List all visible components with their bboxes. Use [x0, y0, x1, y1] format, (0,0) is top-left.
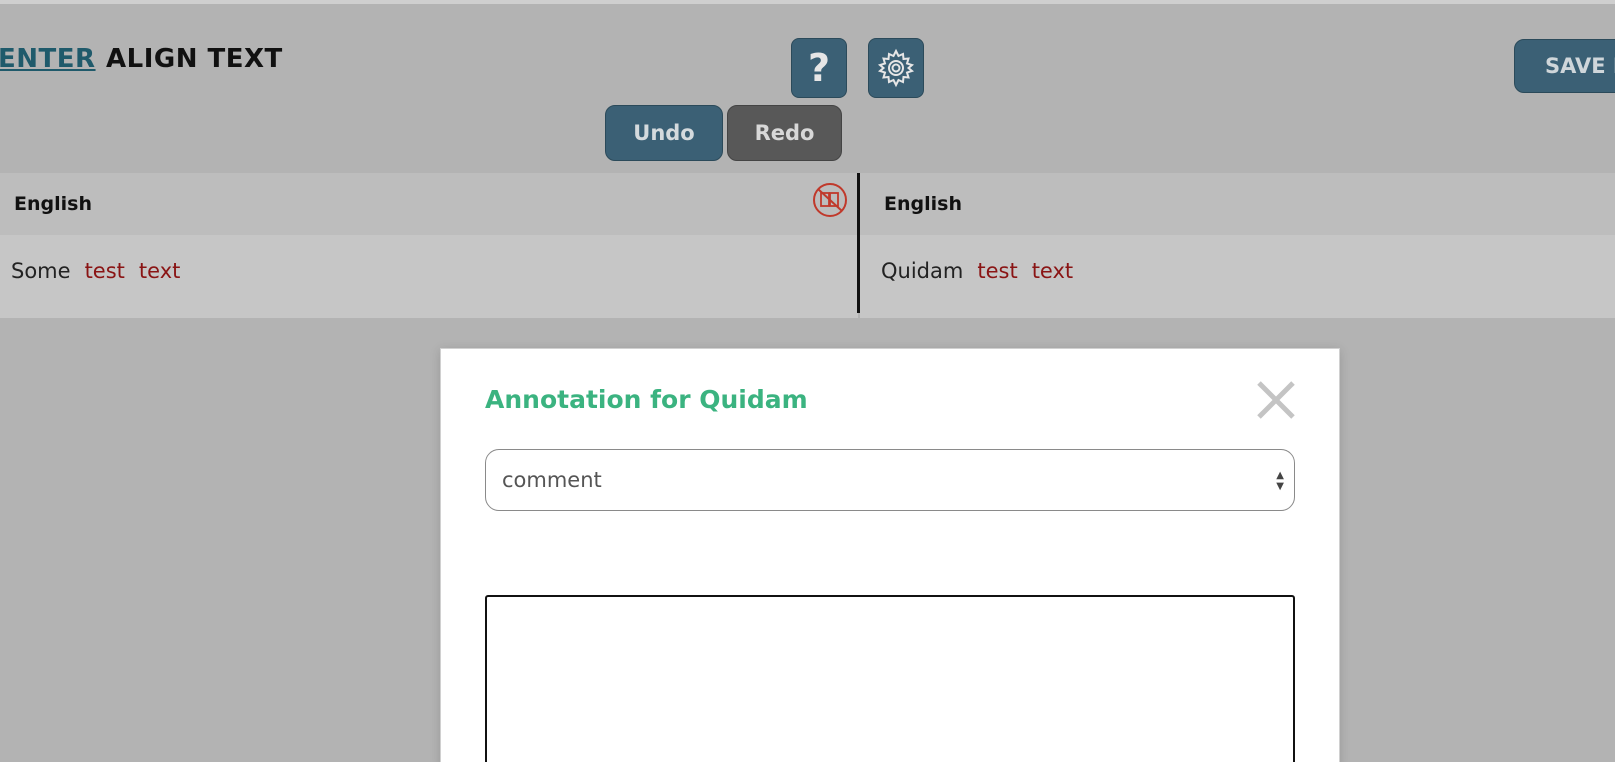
gear-icon [877, 48, 915, 88]
word-token[interactable]: Quidam [881, 259, 963, 283]
word-token[interactable]: text [139, 259, 180, 283]
close-icon[interactable] [1255, 379, 1297, 421]
word-token[interactable]: test [977, 259, 1017, 283]
pane-divider[interactable] [857, 173, 860, 313]
left-language-label: English [14, 193, 92, 215]
word-token[interactable]: Some [11, 259, 71, 283]
toolbar-header: ENTER ALIGN TEXT ? SAVE L Undo Redo [0, 4, 1615, 172]
annotation-modal: Annotation for Quidam comment ▲ ▼ [440, 348, 1340, 762]
select-arrows-icon: ▲ ▼ [1276, 470, 1284, 492]
right-language-label: English [884, 193, 962, 215]
word-token[interactable]: test [85, 259, 125, 283]
no-book-icon[interactable] [811, 181, 849, 219]
annotation-textarea[interactable] [485, 595, 1295, 762]
left-text-pane: Some test text [0, 235, 858, 318]
right-pane-header: English [860, 173, 1615, 235]
redo-button[interactable]: Redo [727, 105, 842, 161]
annotation-type-select[interactable]: comment ▲ ▼ [485, 449, 1295, 511]
left-pane-header: English [0, 173, 858, 235]
nav-enter-link[interactable]: ENTER [0, 44, 96, 74]
help-button[interactable]: ? [791, 38, 847, 98]
word-token[interactable]: text [1032, 259, 1073, 283]
save-button[interactable]: SAVE L [1514, 39, 1615, 93]
annotation-type-value: comment [502, 468, 602, 492]
help-icon: ? [807, 46, 831, 90]
undo-button[interactable]: Undo [605, 105, 723, 161]
nav-align-text-title: ALIGN TEXT [106, 44, 283, 74]
modal-title: Annotation for Quidam [485, 385, 808, 414]
right-text-pane: Quidam test text [860, 235, 1615, 318]
settings-button[interactable] [868, 38, 924, 98]
